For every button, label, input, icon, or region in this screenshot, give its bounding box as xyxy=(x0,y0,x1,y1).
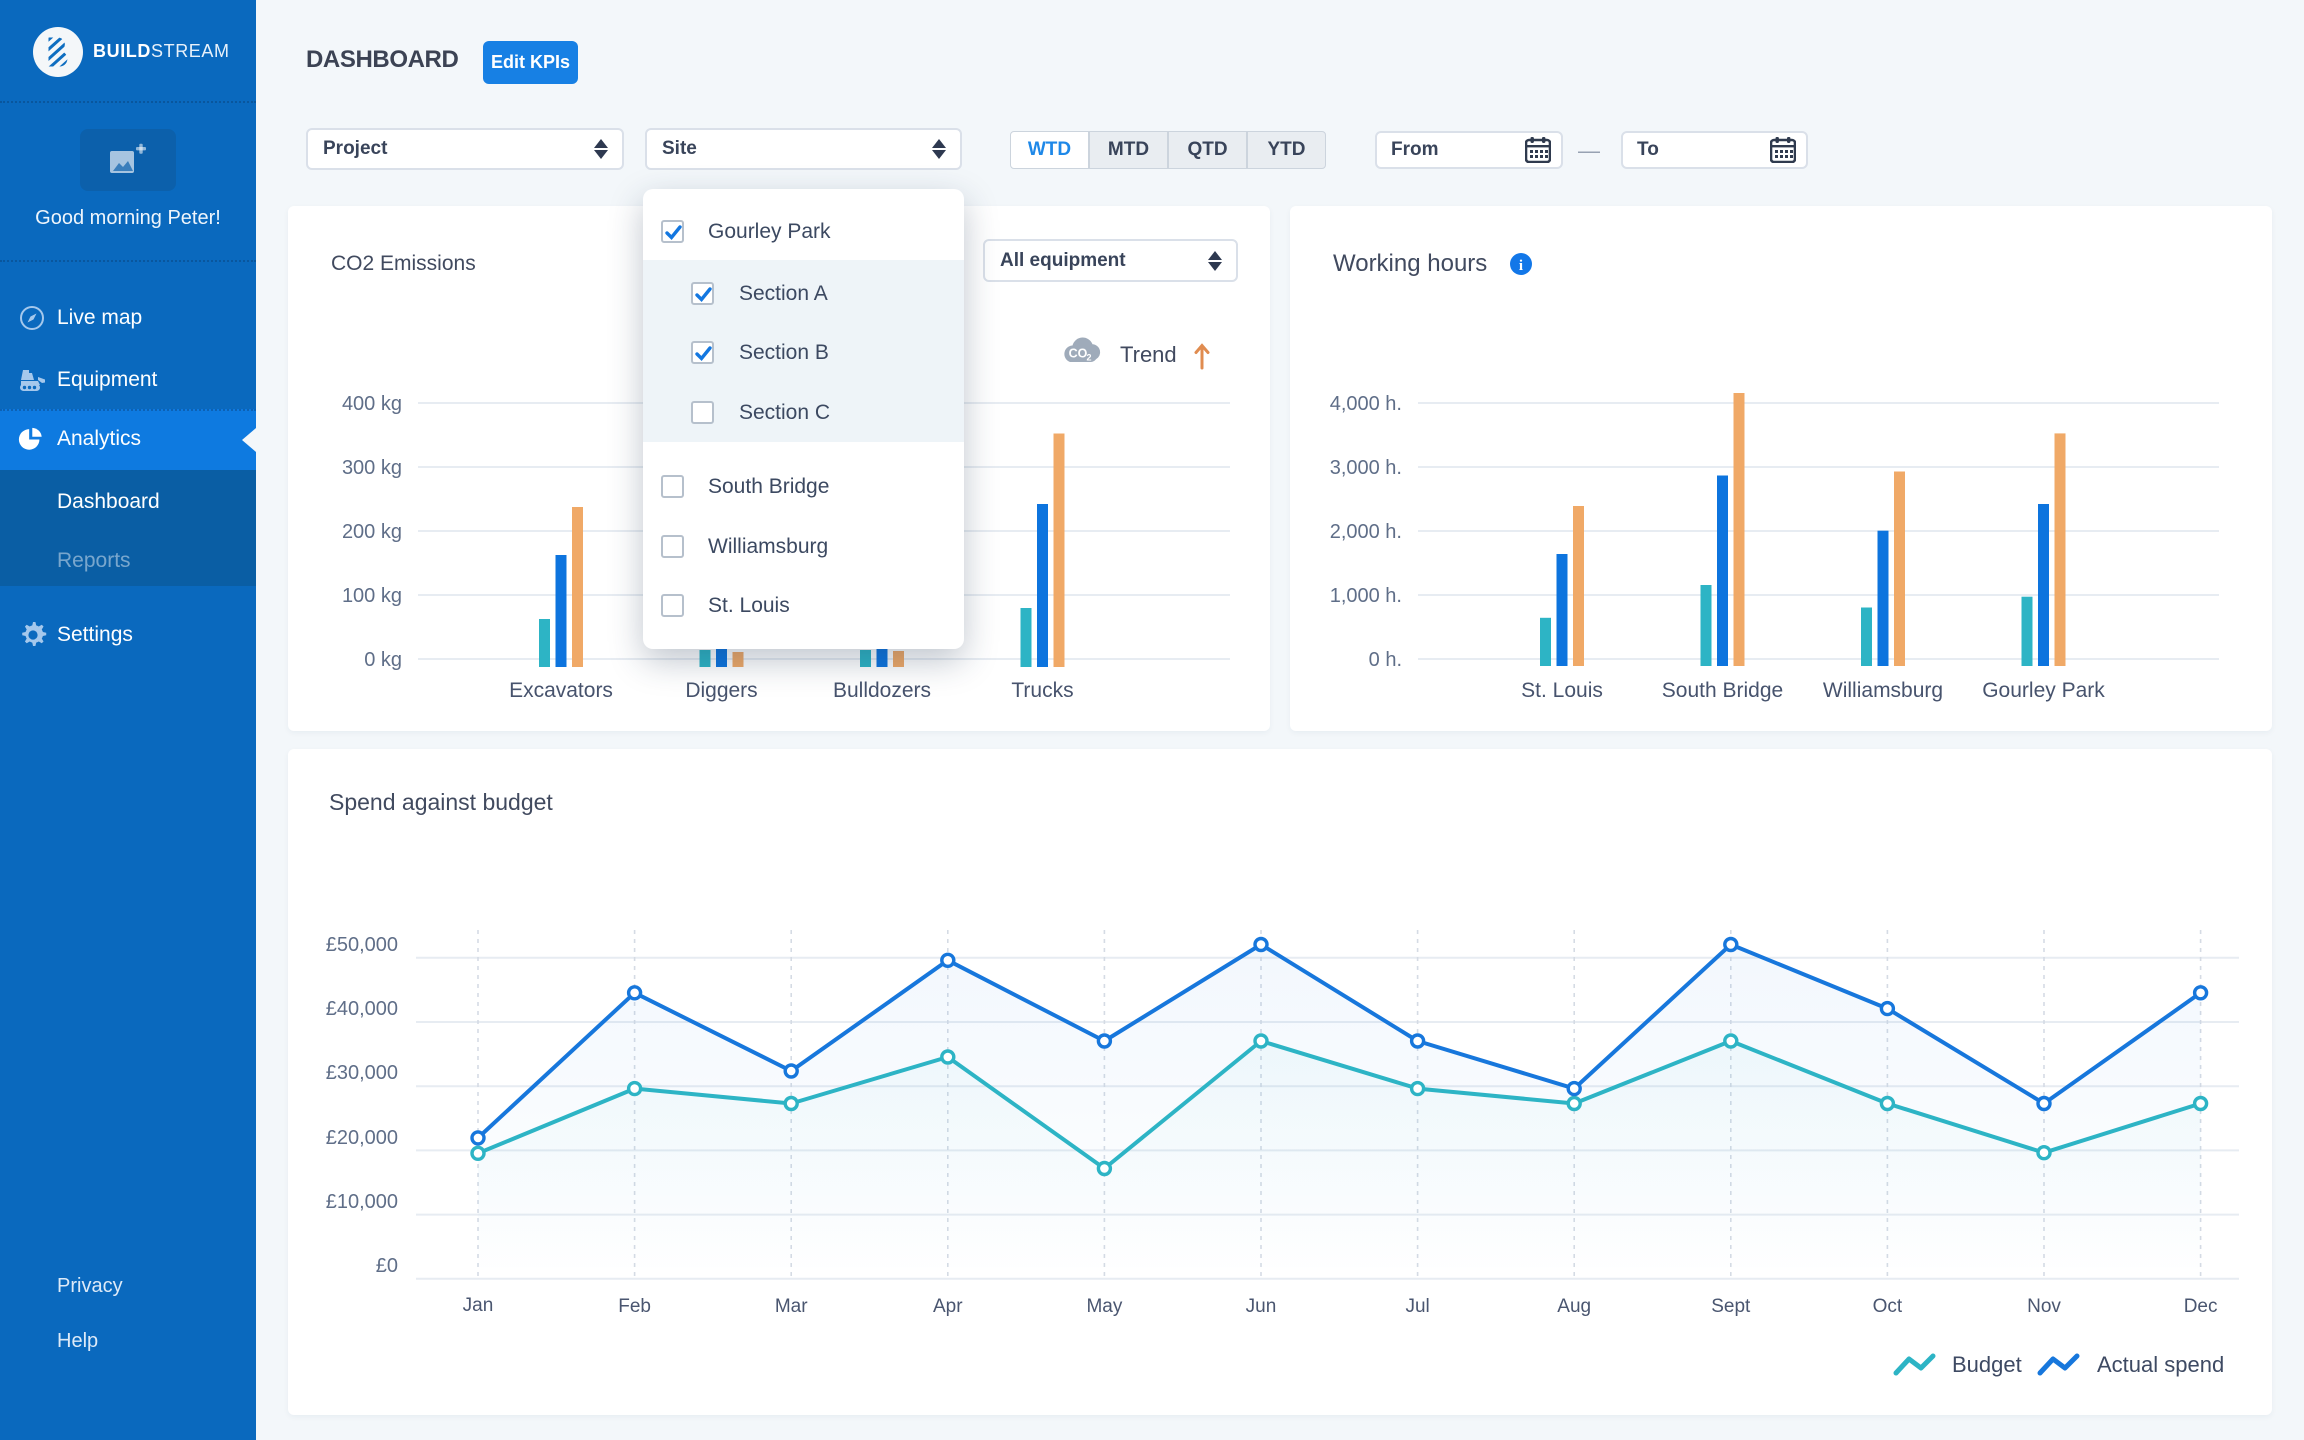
svg-text:£40,000: £40,000 xyxy=(326,998,398,1020)
svg-text:Budget: Budget xyxy=(1952,1352,2022,1377)
svg-text:£50,000: £50,000 xyxy=(326,934,398,956)
svg-text:Mar: Mar xyxy=(775,1296,808,1317)
svg-text:Apr: Apr xyxy=(933,1296,963,1317)
svg-text:Trucks: Trucks xyxy=(1011,679,1073,702)
svg-text:0 kg: 0 kg xyxy=(364,649,402,671)
svg-text:Nov: Nov xyxy=(2027,1296,2061,1317)
svg-text:Williamsburg: Williamsburg xyxy=(1823,679,1943,702)
svg-text:0 h.: 0 h. xyxy=(1369,649,1402,671)
svg-text:4,000 h.: 4,000 h. xyxy=(1330,393,1402,415)
svg-text:i: i xyxy=(1519,258,1523,274)
svg-text:300 kg: 300 kg xyxy=(342,457,402,479)
svg-text:Jul: Jul xyxy=(1405,1296,1429,1317)
svg-text:Aug: Aug xyxy=(1557,1296,1591,1317)
svg-text:CO: CO xyxy=(1069,347,1088,361)
svg-text:400 kg: 400 kg xyxy=(342,393,402,415)
svg-text:May: May xyxy=(1086,1296,1122,1317)
svg-text:2,000 h.: 2,000 h. xyxy=(1330,521,1402,543)
svg-text:200 kg: 200 kg xyxy=(342,521,402,543)
svg-text:100 kg: 100 kg xyxy=(342,585,402,607)
svg-text:Jun: Jun xyxy=(1246,1296,1277,1317)
svg-text:£20,000: £20,000 xyxy=(326,1127,398,1149)
svg-text:South Bridge: South Bridge xyxy=(1662,679,1783,702)
svg-text:£0: £0 xyxy=(376,1255,398,1277)
svg-text:Trend: Trend xyxy=(1120,342,1177,367)
svg-text:£10,000: £10,000 xyxy=(326,1191,398,1213)
svg-text:Diggers: Diggers xyxy=(685,679,757,702)
svg-text:Excavators: Excavators xyxy=(509,679,613,702)
svg-text:£30,000: £30,000 xyxy=(326,1062,398,1084)
svg-text:Jan: Jan xyxy=(463,1295,494,1316)
svg-text:Bulldozers: Bulldozers xyxy=(833,679,931,702)
svg-text:2: 2 xyxy=(1087,353,1092,363)
svg-text:Gourley Park: Gourley Park xyxy=(1982,679,2105,702)
svg-text:St. Louis: St. Louis xyxy=(1521,679,1603,702)
svg-text:Feb: Feb xyxy=(618,1296,651,1317)
svg-text:Oct: Oct xyxy=(1873,1296,1903,1317)
svg-text:Actual spend: Actual spend xyxy=(2097,1352,2224,1377)
svg-text:Dec: Dec xyxy=(2184,1296,2218,1317)
svg-text:1,000 h.: 1,000 h. xyxy=(1330,585,1402,607)
svg-text:3,000 h.: 3,000 h. xyxy=(1330,457,1402,479)
svg-text:Sept: Sept xyxy=(1711,1296,1751,1317)
